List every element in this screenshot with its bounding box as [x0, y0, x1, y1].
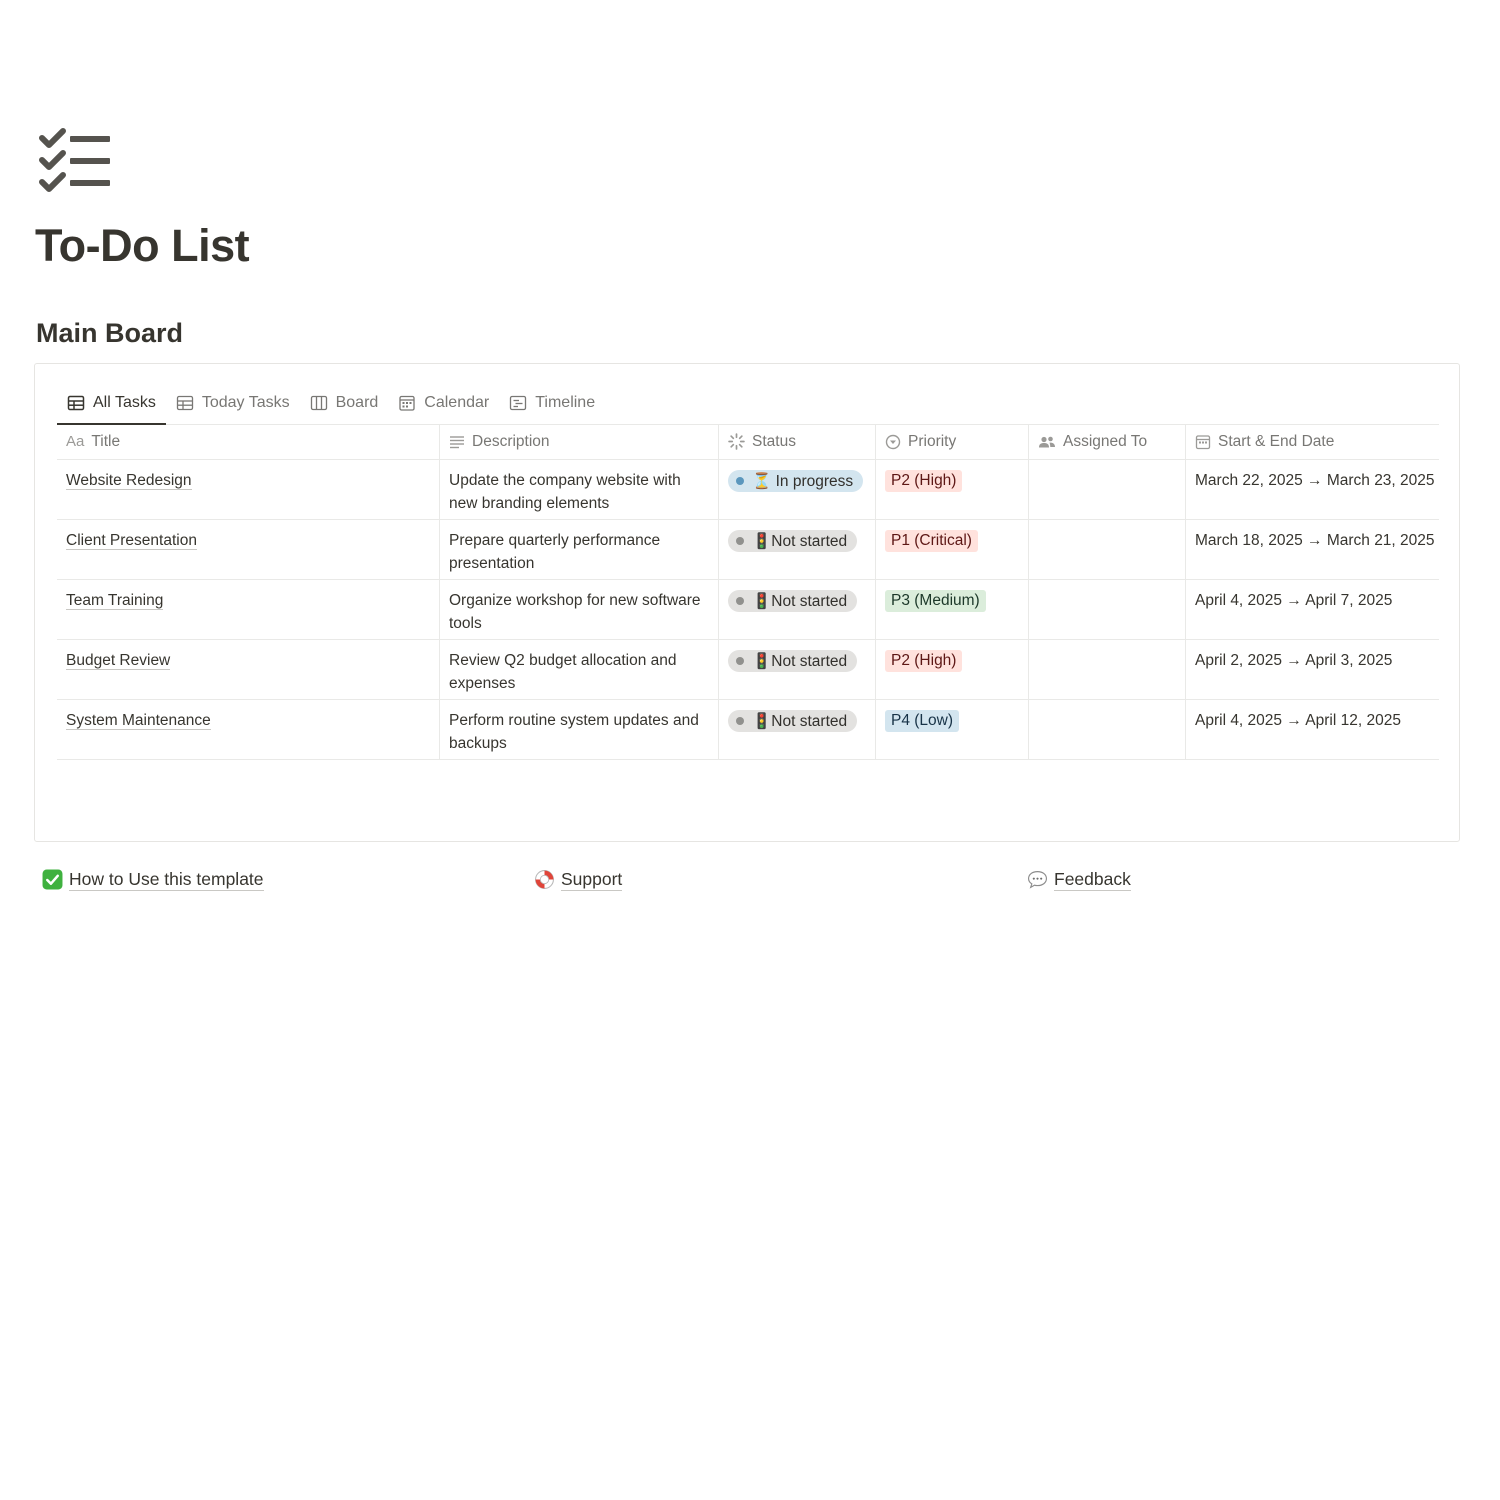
tab-today-tasks[interactable]: Today Tasks: [166, 382, 300, 424]
description-cell[interactable]: Update the company website with new bran…: [440, 460, 719, 519]
date-cell[interactable]: April 4, 2025 → April 7, 2025: [1186, 580, 1439, 639]
select-icon: [885, 434, 901, 449]
priority-badge: P4 (Low): [885, 710, 960, 732]
text-lines-icon: [450, 435, 464, 448]
priority-badge: P3 (Medium): [885, 590, 986, 612]
status-cell[interactable]: 🚦Not started: [719, 700, 876, 759]
status-badge: ⏳ In progress: [728, 470, 864, 492]
lifebuoy-icon: [535, 870, 554, 889]
task-title-link[interactable]: Client Presentation: [66, 532, 197, 550]
tab-all-tasks[interactable]: All Tasks: [57, 382, 166, 425]
support-link[interactable]: Support: [534, 868, 623, 891]
status-badge: 🚦Not started: [728, 710, 858, 732]
title-cell[interactable]: Budget Review: [57, 640, 440, 699]
check-box-icon: [42, 869, 63, 890]
feedback-link[interactable]: Feedback: [1027, 868, 1131, 891]
table-row[interactable]: Client Presentation Prepare quarterly pe…: [57, 520, 1439, 580]
task-title-link[interactable]: System Maintenance: [66, 712, 211, 730]
status-dot-icon: [736, 717, 744, 725]
timeline-icon: [510, 395, 527, 411]
column-header-priority[interactable]: Priority: [876, 424, 1029, 459]
speech-bubble-icon: [1027, 871, 1048, 889]
assigned-cell[interactable]: [1029, 700, 1186, 759]
status-cell[interactable]: 🚦Not started: [719, 520, 876, 579]
status-badge: 🚦Not started: [728, 650, 858, 672]
priority-badge: P2 (High): [885, 470, 963, 492]
database-view: All Tasks Today Tasks Board Calendar Tim…: [34, 363, 1460, 842]
status-cell[interactable]: 🚦Not started: [719, 580, 876, 639]
column-header-assigned[interactable]: Assigned To: [1029, 424, 1186, 459]
page-title: To-Do List: [35, 220, 250, 271]
board-icon: [310, 395, 327, 411]
description-cell[interactable]: Perform routine system updates and backu…: [440, 700, 719, 759]
status-cell[interactable]: 🚦Not started: [719, 640, 876, 699]
tab-timeline[interactable]: Timeline: [499, 382, 605, 424]
table-icon: [176, 395, 193, 411]
task-title-link[interactable]: Budget Review: [66, 652, 171, 670]
assigned-cell[interactable]: [1029, 580, 1186, 639]
table-row[interactable]: Team Training Organize workshop for new …: [57, 580, 1439, 640]
description-cell[interactable]: Prepare quarterly performance presentati…: [440, 520, 719, 579]
tab-label: Board: [335, 394, 379, 411]
status-cell[interactable]: ⏳ In progress: [719, 460, 876, 519]
date-cell[interactable]: March 18, 2025 → March 21, 2025: [1186, 520, 1439, 579]
column-header-dates[interactable]: Start & End Date: [1186, 424, 1439, 459]
footer-links: How to Use this template Support Feedbac…: [0, 868, 1500, 894]
task-title-link[interactable]: Team Training: [66, 592, 164, 610]
priority-badge: P2 (High): [885, 650, 963, 672]
title-cell[interactable]: System Maintenance: [57, 700, 440, 759]
status-badge: 🚦Not started: [728, 530, 858, 552]
status-spinner-icon: [728, 433, 745, 450]
description-cell[interactable]: Organize workshop for new software tools: [440, 580, 719, 639]
tasks-table: Aa Title Description Status Priority Ass…: [57, 424, 1439, 760]
table-row[interactable]: System Maintenance Perform routine syste…: [57, 700, 1439, 759]
assigned-cell[interactable]: [1029, 460, 1186, 519]
task-title-link[interactable]: Website Redesign: [66, 472, 192, 490]
date-cell[interactable]: March 22, 2025 → March 23, 2025: [1186, 460, 1439, 519]
status-badge: 🚦Not started: [728, 590, 858, 612]
assigned-cell[interactable]: [1029, 520, 1186, 579]
people-icon: [1039, 436, 1055, 447]
text-property-icon: Aa: [66, 433, 85, 450]
priority-cell[interactable]: P1 (Critical): [876, 520, 1029, 579]
calendar-icon: [1195, 434, 1211, 449]
table-icon: [67, 395, 85, 411]
calendar-icon: [399, 395, 415, 411]
tab-label: Calendar: [424, 394, 490, 411]
priority-cell[interactable]: P4 (Low): [876, 700, 1029, 759]
table-row[interactable]: Budget Review Review Q2 budget allocatio…: [57, 640, 1439, 700]
title-cell[interactable]: Website Redesign: [57, 460, 440, 519]
table-row[interactable]: Website Redesign Update the company webs…: [57, 460, 1439, 520]
priority-cell[interactable]: P2 (High): [876, 640, 1029, 699]
tab-board[interactable]: Board: [300, 382, 389, 424]
column-header-title[interactable]: Aa Title: [57, 424, 440, 459]
tab-calendar[interactable]: Calendar: [388, 382, 499, 424]
column-header-status[interactable]: Status: [719, 424, 876, 459]
view-tabs: All Tasks Today Tasks Board Calendar Tim…: [57, 382, 1439, 425]
title-cell[interactable]: Team Training: [57, 580, 440, 639]
status-dot-icon: [736, 597, 744, 605]
title-cell[interactable]: Client Presentation: [57, 520, 440, 579]
priority-cell[interactable]: P2 (High): [876, 460, 1029, 519]
status-dot-icon: [736, 657, 744, 665]
tab-label: Timeline: [535, 394, 596, 411]
how-to-use-link[interactable]: How to Use this template: [42, 868, 264, 891]
tab-label: Today Tasks: [201, 394, 290, 411]
section-title: Main Board: [36, 318, 184, 348]
status-dot-icon: [736, 537, 744, 545]
status-dot-icon: [736, 477, 744, 485]
table-header: Aa Title Description Status Priority Ass…: [57, 424, 1439, 460]
checklist-icon: [39, 128, 110, 192]
tab-label: All Tasks: [93, 394, 156, 411]
assigned-cell[interactable]: [1029, 640, 1186, 699]
priority-cell[interactable]: P3 (Medium): [876, 580, 1029, 639]
description-cell[interactable]: Review Q2 budget allocation and expenses: [440, 640, 719, 699]
date-cell[interactable]: April 2, 2025 → April 3, 2025: [1186, 640, 1439, 699]
date-cell[interactable]: April 4, 2025 → April 12, 2025: [1186, 700, 1439, 759]
column-header-description[interactable]: Description: [440, 424, 719, 459]
priority-badge: P1 (Critical): [885, 530, 978, 552]
